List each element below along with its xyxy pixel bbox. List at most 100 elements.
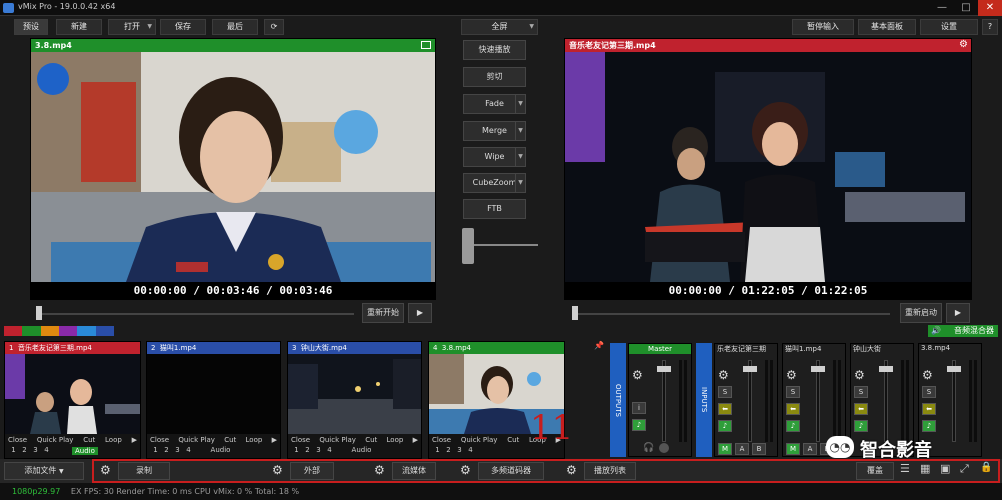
overlay-3[interactable]: 3 xyxy=(454,446,465,454)
quick-play-link[interactable]: Quick Play xyxy=(319,436,356,444)
wipe-button[interactable]: Wipe ▼ xyxy=(463,147,526,167)
input-1-audio-button[interactable]: Audio xyxy=(72,447,98,455)
speaker-icon[interactable]: ♪ xyxy=(786,420,800,432)
arrow-left-icon[interactable]: ⬅ xyxy=(718,403,732,415)
channel-2-fader-track[interactable] xyxy=(816,360,820,442)
arrow-left-icon[interactable]: ⬅ xyxy=(786,403,800,415)
loop-link[interactable]: Loop xyxy=(246,436,263,444)
overlay-4[interactable]: 4 xyxy=(465,446,476,454)
loop-link[interactable]: Loop xyxy=(105,436,122,444)
headphones-icon[interactable]: 🎧 xyxy=(643,443,654,453)
color-tag-purple[interactable] xyxy=(58,326,78,336)
output-seek-handle[interactable] xyxy=(572,306,578,320)
new-menu[interactable]: 新建 xyxy=(56,19,102,35)
layout-grid-icon[interactable]: ▦ xyxy=(920,462,934,478)
menu-icon[interactable]: ☰ xyxy=(900,462,914,478)
play-icon[interactable]: ▶ xyxy=(132,436,137,444)
color-tag-red[interactable] xyxy=(4,326,23,336)
input-3[interactable]: 3 钟山大街.mp4 Close Quick Play Cut Loop ▶ 1234 … xyxy=(287,341,422,459)
play-icon[interactable]: ▶ xyxy=(413,436,418,444)
close-button[interactable]: ✕ xyxy=(978,0,1002,16)
output-restart-button[interactable]: 重新启动 xyxy=(900,303,942,323)
cut-button[interactable]: 剪切 xyxy=(463,67,526,87)
pan-knob[interactable] xyxy=(659,443,669,453)
bus-a-button[interactable]: A xyxy=(803,443,817,455)
record-settings-gear-icon[interactable]: ⚙ xyxy=(100,463,111,477)
speaker-icon[interactable]: ♪ xyxy=(718,420,732,432)
speaker-icon[interactable]: ♪ xyxy=(632,419,646,431)
info-button[interactable]: i xyxy=(632,402,646,414)
preview-restart-button[interactable]: 重新开始 xyxy=(362,303,404,323)
solo-button[interactable]: S xyxy=(786,386,800,398)
audio-mixer-toggle[interactable]: 🔊 音频混合器 xyxy=(928,325,998,337)
overlay-3[interactable]: 3 xyxy=(172,446,183,454)
loop-link[interactable]: Loop xyxy=(387,436,404,444)
overlay-2[interactable]: 2 xyxy=(161,446,172,454)
overlay-1[interactable]: 1 xyxy=(432,446,443,454)
channel-4-fader-knob[interactable] xyxy=(947,366,961,372)
input-2-thumbnail[interactable] xyxy=(147,354,280,434)
channel-1-fader-knob[interactable] xyxy=(743,366,757,372)
color-tag-orange[interactable] xyxy=(40,326,59,336)
quick-play-link[interactable]: Quick Play xyxy=(461,436,498,444)
mixer-pin[interactable]: 📌 xyxy=(594,341,604,459)
stream-button[interactable]: 流媒体 xyxy=(392,462,436,480)
gear-icon[interactable]: ⚙ xyxy=(959,39,968,50)
overlay-4[interactable]: 4 xyxy=(183,446,194,454)
fullscreen-menu[interactable]: 全屏 ▼ xyxy=(461,19,538,35)
save-menu[interactable]: 保存 xyxy=(160,19,206,35)
close-link[interactable]: Close xyxy=(432,436,451,444)
cut-link[interactable]: Cut xyxy=(83,436,95,444)
overlay-2[interactable]: 2 xyxy=(19,446,30,454)
master-bus-button[interactable]: M xyxy=(718,443,732,455)
gear-icon[interactable]: ⚙ xyxy=(786,368,797,382)
preview-seek-handle[interactable] xyxy=(36,306,42,320)
minimize-button[interactable]: — xyxy=(930,0,954,16)
open-menu[interactable]: 打开 ▼ xyxy=(108,19,156,35)
quick-play-link[interactable]: Quick Play xyxy=(178,436,215,444)
master-fader-knob[interactable] xyxy=(657,366,671,372)
quick-play-link[interactable]: Quick Play xyxy=(37,436,74,444)
close-link[interactable]: Close xyxy=(8,436,27,444)
arrow-left-icon[interactable]: ⬅ xyxy=(922,403,936,415)
gear-icon[interactable]: ⚙ xyxy=(718,368,729,382)
cut-link[interactable]: Cut xyxy=(507,436,519,444)
gear-icon[interactable]: ⚙ xyxy=(922,368,933,382)
audio-button[interactable]: Audio xyxy=(352,446,372,454)
channel-2-fader-knob[interactable] xyxy=(811,366,825,372)
multicorder-settings-gear-icon[interactable]: ⚙ xyxy=(460,463,471,477)
overlay-4[interactable]: 4 xyxy=(41,446,52,454)
cut-link[interactable]: Cut xyxy=(365,436,377,444)
cut-link[interactable]: Cut xyxy=(224,436,236,444)
t-bar-track[interactable] xyxy=(466,244,538,246)
preview-options-icon[interactable] xyxy=(421,41,431,49)
playlist-settings-gear-icon[interactable]: ⚙ xyxy=(566,463,577,477)
audio-button[interactable]: Audio xyxy=(211,446,231,454)
input-3-thumbnail[interactable] xyxy=(288,354,421,434)
master-fader-track[interactable] xyxy=(662,360,666,442)
chevron-down-icon[interactable]: ▼ xyxy=(515,95,525,113)
cubezoom-button[interactable]: CubeZoom ▼ xyxy=(463,173,526,193)
overlay-1[interactable]: 1 xyxy=(8,446,19,454)
external-button[interactable]: 外部 xyxy=(290,462,334,480)
gear-icon[interactable]: ⚙ xyxy=(632,368,643,382)
help-button[interactable]: ? xyxy=(982,19,998,35)
bus-a-button[interactable]: A xyxy=(735,443,749,455)
output-seek-bar[interactable] xyxy=(572,313,890,315)
overlay-4[interactable]: 4 xyxy=(324,446,335,454)
lock-icon[interactable]: 🔒 xyxy=(980,462,994,478)
close-link[interactable]: Close xyxy=(291,436,310,444)
chevron-down-icon[interactable]: ▼ xyxy=(515,148,525,166)
overlay-3[interactable]: 3 xyxy=(30,446,41,454)
overlay-3[interactable]: 3 xyxy=(313,446,324,454)
quick-play-button[interactable]: 快速播放 xyxy=(463,40,526,60)
last-menu[interactable]: 最后 xyxy=(212,19,258,35)
speaker-icon[interactable]: ♪ xyxy=(854,420,868,432)
input-1-thumbnail[interactable] xyxy=(5,354,140,434)
play-icon[interactable]: ▶ xyxy=(272,436,277,444)
input-2[interactable]: 2 猫叫1.mp4 Close Quick Play Cut Loop ▶ 1234 A… xyxy=(146,341,281,459)
channel-4-fader-track[interactable] xyxy=(952,360,956,442)
color-tag-lightblue[interactable] xyxy=(77,326,96,336)
chevron-down-icon[interactable]: ▼ xyxy=(515,174,525,192)
add-input-button[interactable]: 添加文件 ▼ xyxy=(4,462,84,480)
